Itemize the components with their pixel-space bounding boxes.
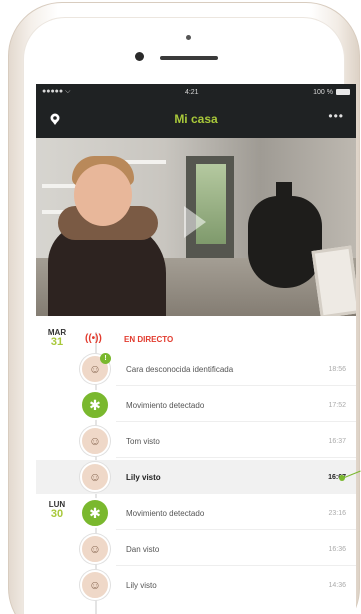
timeline-row[interactable]: ☺ Tom visto 16:37 xyxy=(36,424,356,458)
face-avatar: ☺ xyxy=(80,570,110,600)
callout-dot xyxy=(339,475,345,481)
video-vase xyxy=(248,196,322,288)
play-icon[interactable] xyxy=(184,206,206,238)
battery-icon xyxy=(335,89,350,95)
row-divider xyxy=(116,421,356,422)
face-avatar: ☺! xyxy=(80,353,111,384)
timeline-row[interactable]: ✱ Movimiento detectado 17:52 xyxy=(36,388,356,422)
timeline-row[interactable]: ☺! Cara desconocida identificada 18:56 xyxy=(36,352,356,386)
live-row[interactable]: ((•)) EN DIRECTO xyxy=(36,328,356,350)
row-divider xyxy=(116,385,356,386)
timeline-row[interactable]: ☺ Lily visto 14:36 xyxy=(36,568,356,602)
status-time: 4:21 xyxy=(184,88,199,96)
event-text: Movimiento detectado xyxy=(126,400,205,410)
timeline-row-selected[interactable]: ☺ Lily visto 16:07 xyxy=(36,460,356,494)
row-divider xyxy=(116,565,356,566)
live-signal-icon: ((•)) xyxy=(85,333,102,344)
status-bar: ●●●●● ⌵ 4:21 100 % xyxy=(36,84,356,100)
event-time: 16:36 xyxy=(328,545,346,553)
nav-bar: Mi casa ••• xyxy=(36,100,356,138)
front-camera xyxy=(135,52,144,61)
face-avatar: ☺ xyxy=(80,426,110,456)
live-label: EN DIRECTO xyxy=(124,334,174,344)
event-time: 17:52 xyxy=(328,401,346,409)
face-avatar: ☺ xyxy=(80,462,110,492)
event-text: Movimiento detectado xyxy=(126,508,205,518)
event-time: 18:56 xyxy=(328,365,346,373)
video-picture-frame xyxy=(311,245,356,316)
motion-icon: ✱ xyxy=(80,498,110,528)
page-title: Mi casa xyxy=(174,112,218,126)
event-text: Tom visto xyxy=(126,436,160,446)
event-text: Lily visto xyxy=(126,580,157,590)
more-options-icon[interactable]: ••• xyxy=(328,109,344,123)
event-text: Lily visto xyxy=(126,472,161,482)
alert-badge: ! xyxy=(100,353,111,364)
proximity-sensor xyxy=(186,35,191,40)
event-time: 23:16 xyxy=(328,509,346,517)
motion-icon: ✱ xyxy=(80,390,110,420)
event-text: Cara desconocida identificada xyxy=(126,364,234,374)
row-divider xyxy=(116,457,356,458)
camera-video-feed[interactable] xyxy=(36,138,356,316)
earpiece-speaker xyxy=(160,56,218,60)
event-text: Dan visto xyxy=(126,544,160,554)
event-time: 14:36 xyxy=(328,581,346,589)
carrier-signal: ●●●●● ⌵ xyxy=(42,88,71,95)
location-pin-icon[interactable] xyxy=(48,112,62,126)
battery-percent: 100 % xyxy=(313,88,333,96)
video-child xyxy=(74,164,132,226)
app-screen: ●●●●● ⌵ 4:21 100 % Mi casa ••• MAR 31 ((… xyxy=(36,84,356,614)
timeline-row[interactable]: ☺ Dan visto 16:36 xyxy=(36,532,356,566)
timeline-row[interactable]: ✱ Movimiento detectado 23:16 xyxy=(36,496,356,530)
event-time: 16:37 xyxy=(328,437,346,445)
face-avatar: ☺ xyxy=(80,534,110,564)
row-divider xyxy=(116,529,356,530)
